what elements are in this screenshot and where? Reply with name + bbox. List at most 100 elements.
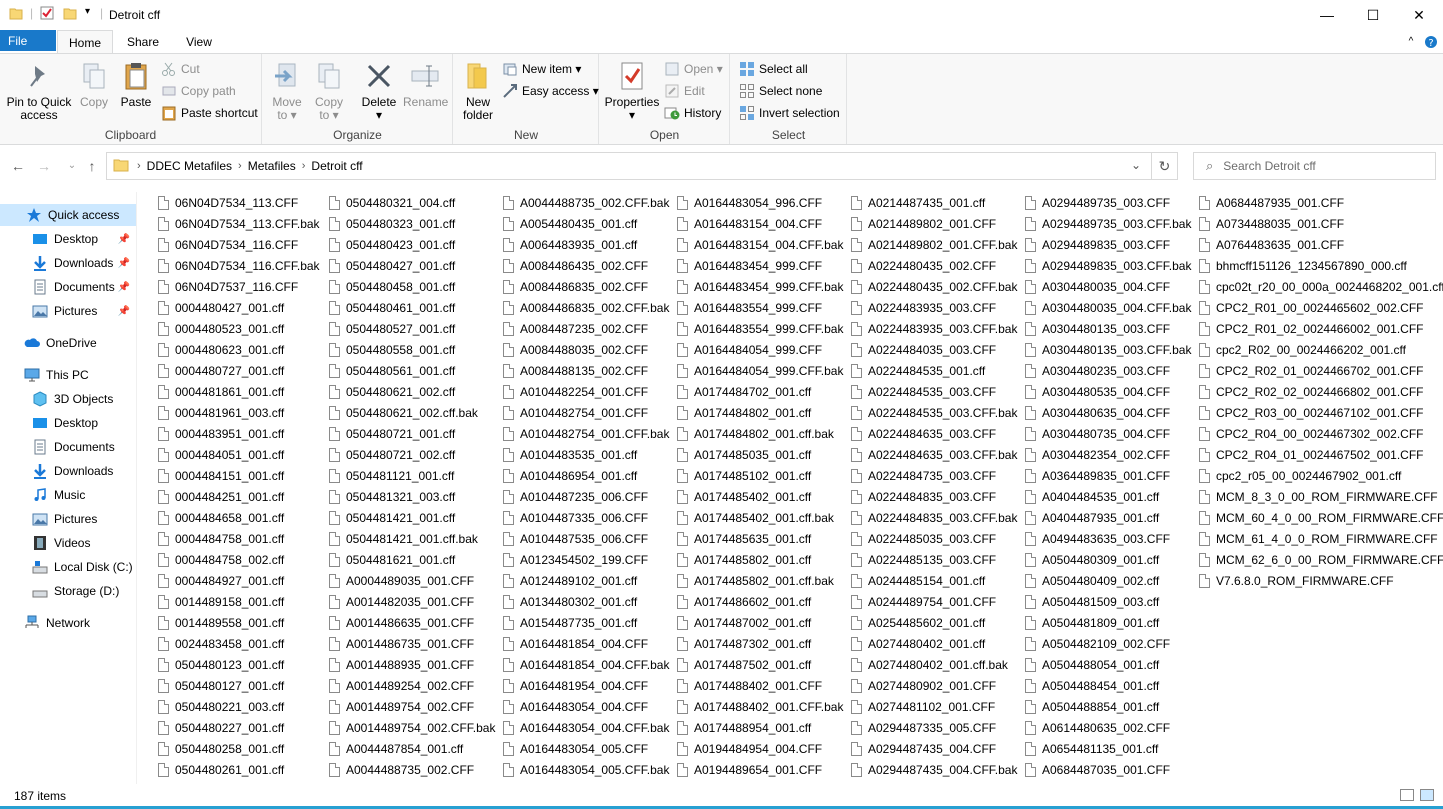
file-item[interactable]: A0014482035_001.CFF	[321, 591, 495, 612]
file-item[interactable]: A0224484635_003.CFF	[843, 423, 1017, 444]
tab-file[interactable]: File	[0, 30, 56, 51]
file-item[interactable]: A0504481809_001.cff	[1017, 612, 1191, 633]
file-item[interactable]: A0014486635_001.CFF	[321, 612, 495, 633]
file-item[interactable]: A0194484954_004.CFF	[669, 738, 843, 759]
file-item[interactable]: A0014488935_001.CFF	[321, 654, 495, 675]
file-item[interactable]: 0504480123_001.cff	[150, 654, 321, 675]
file-item[interactable]: A0224483935_003.CFF.bak	[843, 318, 1017, 339]
file-item[interactable]: A0214489802_001.CFF	[843, 213, 1017, 234]
file-item[interactable]: A0174486602_001.cff	[669, 591, 843, 612]
file-item[interactable]: A0304482354_002.CFF	[1017, 444, 1191, 465]
file-item[interactable]: 0504480423_001.cff	[321, 234, 495, 255]
file-item[interactable]: A0104487235_006.CFF	[495, 486, 669, 507]
file-item[interactable]: A0304480035_004.CFF	[1017, 276, 1191, 297]
file-item[interactable]: A0504488054_001.cff	[1017, 654, 1191, 675]
file-item[interactable]: A0123454502_199.CFF	[495, 549, 669, 570]
file-item[interactable]: 0504480621_002.cff.bak	[321, 402, 495, 423]
file-item[interactable]: A0174485802_001.cff	[669, 549, 843, 570]
file-item[interactable]: 0504480721_001.cff	[321, 423, 495, 444]
file-item[interactable]: A0004489035_001.CFF	[321, 570, 495, 591]
file-item[interactable]: A0174488954_001.cff	[669, 717, 843, 738]
paste-shortcut-button[interactable]: Paste shortcut	[161, 103, 258, 123]
file-item[interactable]: 0004480427_001.cff	[150, 297, 321, 318]
nav-storage[interactable]: Storage (D:)	[0, 580, 136, 602]
breadcrumb-metafiles[interactable]: Metafiles	[248, 159, 296, 173]
address-bar[interactable]: › DDEC Metafiles › Metafiles › Detroit c…	[106, 152, 1178, 180]
file-item[interactable]: A0224484735_003.CFF	[843, 465, 1017, 486]
file-item[interactable]: A0304480535_004.CFF	[1017, 381, 1191, 402]
file-item[interactable]: A0224484635_003.CFF.bak	[843, 444, 1017, 465]
file-item[interactable]: A0104483535_001.cff	[495, 444, 669, 465]
file-item[interactable]: A0014489754_002.CFF	[321, 696, 495, 717]
file-item[interactable]: A0174488402_001.CFF	[669, 675, 843, 696]
file-item[interactable]: A0014486735_001.CFF	[321, 633, 495, 654]
file-item[interactable]: CPC2_R02_02_0024466802_001.CFF	[1191, 381, 1437, 402]
file-item[interactable]: A0164483054_996.CFF	[669, 192, 843, 213]
file-item[interactable]: A0734488035_001.CFF	[1191, 213, 1437, 234]
file-item[interactable]: 0504480221_003.cff	[150, 696, 321, 717]
file-item[interactable]: A0174487302_001.cff	[669, 633, 843, 654]
nav-videos[interactable]: Videos	[0, 532, 136, 554]
file-item[interactable]: A0174484802_001.cff.bak	[669, 423, 843, 444]
file-item[interactable]: CPC2_R04_01_0024467502_001.CFF	[1191, 444, 1437, 465]
file-item[interactable]: A0174485102_001.cff	[669, 465, 843, 486]
file-item[interactable]: A0084488035_002.CFF	[495, 339, 669, 360]
file-item[interactable]: A0764483635_001.CFF	[1191, 234, 1437, 255]
up-arrow-icon[interactable]: ↑	[82, 156, 102, 176]
file-item[interactable]: A0294487335_005.CFF	[843, 717, 1017, 738]
file-item[interactable]: A0224484835_003.CFF.bak	[843, 507, 1017, 528]
nav-documents[interactable]: Documents	[0, 436, 136, 458]
file-item[interactable]: A0244485154_001.cff	[843, 570, 1017, 591]
file-item[interactable]: A0104482754_001.CFF.bak	[495, 423, 669, 444]
file-item[interactable]: A0174485402_001.cff.bak	[669, 507, 843, 528]
file-item[interactable]: 06N04D7534_113.CFF.bak	[150, 213, 321, 234]
file-item[interactable]: A0304480735_004.CFF	[1017, 423, 1191, 444]
customize-toolbar-icon[interactable]: ▾	[85, 6, 90, 17]
file-item[interactable]: A0174484702_001.cff	[669, 381, 843, 402]
file-item[interactable]: 0004484151_001.cff	[150, 465, 321, 486]
file-item[interactable]: A0504488454_001.cff	[1017, 675, 1191, 696]
file-item[interactable]: A0164483554_999.CFF.bak	[669, 318, 843, 339]
file-item[interactable]: A0504488854_001.cff	[1017, 696, 1191, 717]
file-item[interactable]: cpc02t_r20_00_000a_0024468202_001.cff	[1191, 276, 1443, 297]
select-none-button[interactable]: Select none	[739, 81, 822, 101]
file-item[interactable]: A0304480135_003.CFF	[1017, 318, 1191, 339]
file-item[interactable]: A0174485802_001.cff.bak	[669, 570, 843, 591]
help-icon[interactable]: ?	[1424, 30, 1438, 54]
file-item[interactable]: A0124489102_001.cff	[495, 570, 669, 591]
file-item[interactable]: A0274481102_001.CFF	[843, 696, 1017, 717]
file-item[interactable]: A0294489735_003.CFF	[1017, 192, 1191, 213]
file-item[interactable]: 0504480227_001.cff	[150, 717, 321, 738]
file-item[interactable]: MCM_61_4_0_0_ROM_FIRMWARE.CFF	[1191, 528, 1438, 549]
nav-network[interactable]: Network	[0, 612, 136, 634]
file-item[interactable]: A0174485402_001.cff	[669, 486, 843, 507]
chevron-down-icon[interactable]: ⌄	[1131, 158, 1141, 172]
copy-path-button[interactable]: Copy path	[161, 81, 236, 101]
file-item[interactable]: A0224484835_003.CFF	[843, 486, 1017, 507]
cut-button[interactable]: Cut	[161, 59, 200, 79]
delete-button[interactable]: Delete ▾	[359, 60, 399, 122]
file-item[interactable]: A0254485602_001.cff	[843, 612, 1017, 633]
file-item[interactable]: 0004484927_001.cff	[150, 570, 321, 591]
nav-local-disk[interactable]: Local Disk (C:)	[0, 556, 136, 578]
file-item[interactable]: A0164483054_005.CFF.bak	[495, 759, 669, 780]
file-item[interactable]: A0504481509_003.cff	[1017, 591, 1191, 612]
nav-3d-objects[interactable]: 3D Objects	[0, 388, 136, 410]
file-item[interactable]: CPC2_R02_01_0024466702_001.CFF	[1191, 360, 1437, 381]
open-button[interactable]: Open ▾	[664, 59, 723, 79]
file-item[interactable]: CPC2_R01_02_0024466002_001.CFF	[1191, 318, 1437, 339]
nav-onedrive[interactable]: OneDrive	[0, 332, 136, 354]
new-item-button[interactable]: New item ▾	[502, 59, 581, 79]
file-item[interactable]: 0504481121_001.cff	[321, 465, 495, 486]
file-item[interactable]: 0014489558_001.cff	[150, 612, 321, 633]
new-folder-button[interactable]: New folder	[460, 60, 496, 122]
file-item[interactable]: 0004480727_001.cff	[150, 360, 321, 381]
move-to-button[interactable]: Move to ▾	[269, 60, 305, 122]
rename-button[interactable]: Rename	[403, 60, 448, 109]
file-item[interactable]: 0004481961_003.cff	[150, 402, 321, 423]
properties-button[interactable]: Properties ▾	[604, 60, 660, 122]
file-item[interactable]: A0064483935_001.cff	[495, 234, 669, 255]
file-item[interactable]: A0164483054_005.CFF	[495, 738, 669, 759]
file-item[interactable]: 0504481321_003.cff	[321, 486, 495, 507]
file-item[interactable]: A0404487935_001.cff	[1017, 507, 1191, 528]
